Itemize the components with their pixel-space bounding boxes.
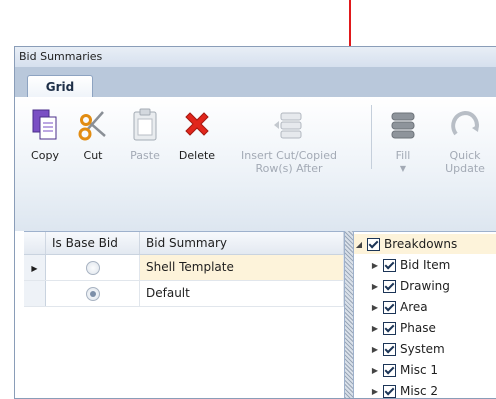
column-header-is-base-bid[interactable]: Is Base Bid xyxy=(46,232,140,254)
tab-grid[interactable]: Grid xyxy=(27,75,93,99)
tree-node-misc-1[interactable]: ▶Misc 1 xyxy=(370,360,438,380)
breakdowns-checkbox[interactable] xyxy=(367,238,380,251)
insert-rows-icon xyxy=(233,105,345,145)
cut-button[interactable]: Cut xyxy=(75,105,111,162)
window-title: Bid Summaries xyxy=(15,47,496,67)
ribbon-toolbar: Copy Cut xyxy=(15,97,496,231)
bid-summary-cell[interactable]: Default xyxy=(140,281,344,306)
tree-node-system[interactable]: ▶System xyxy=(370,339,445,359)
system-checkbox[interactable] xyxy=(383,343,396,356)
is-base-bid-cell[interactable] xyxy=(46,255,140,280)
bid-summary-grid: Is Base Bid Bid Summary ▶ Shell Template… xyxy=(24,231,344,399)
phase-checkbox[interactable] xyxy=(383,322,396,335)
fill-button[interactable]: Fill ▼ xyxy=(381,105,425,175)
bid-summaries-window: Bid Summaries Grid Copy xyxy=(14,46,496,399)
tree-node-area[interactable]: ▶Area xyxy=(370,297,428,317)
misc-1-checkbox[interactable] xyxy=(383,364,396,377)
ribbon-tabstrip: Grid xyxy=(15,67,496,97)
tree-node-bid-item[interactable]: ▶Bid Item xyxy=(370,255,450,275)
quick-update-button[interactable]: Quick Update xyxy=(435,105,495,175)
delete-icon xyxy=(175,105,219,145)
expand-arrow-icon[interactable]: ▶ xyxy=(370,298,380,318)
area-checkbox[interactable] xyxy=(383,301,396,314)
insert-cut-copied-rows-after-button[interactable]: Insert Cut/Copied Row(s) After xyxy=(233,105,345,175)
paste-button[interactable]: Paste xyxy=(125,105,165,162)
expand-arrow-icon[interactable]: ▶ xyxy=(370,256,380,276)
copy-icon xyxy=(25,105,65,145)
bid-item-checkbox[interactable] xyxy=(383,259,396,272)
is-base-bid-cell[interactable] xyxy=(46,281,140,306)
table-row[interactable]: ▶ Shell Template xyxy=(24,255,344,281)
scissors-icon xyxy=(75,105,111,145)
tree-node-phase[interactable]: ▶Phase xyxy=(370,318,436,338)
fill-dropdown-icon: ▼ xyxy=(381,162,425,175)
row-indicator[interactable]: ▶ xyxy=(24,255,46,280)
fill-rows-icon xyxy=(381,105,425,145)
quick-update-icon xyxy=(435,105,495,145)
delete-button[interactable]: Delete xyxy=(175,105,219,162)
ribbon: Grid Copy xyxy=(15,67,496,231)
expand-arrow-icon[interactable]: ▶ xyxy=(370,340,380,360)
tree-node-drawing[interactable]: ▶Drawing xyxy=(370,276,450,296)
expand-arrow-icon[interactable]: ▶ xyxy=(370,277,380,297)
misc-2-checkbox[interactable] xyxy=(383,385,396,398)
expand-arrow-icon[interactable]: ▶ xyxy=(370,319,380,339)
expand-arrow-icon[interactable]: ▶ xyxy=(370,382,380,399)
collapse-arrow-icon[interactable]: ◢ xyxy=(354,235,364,255)
clipboard-icon xyxy=(125,105,165,145)
grid-header: Is Base Bid Bid Summary xyxy=(24,232,344,255)
column-header-bid-summary[interactable]: Bid Summary xyxy=(140,232,344,254)
drawing-checkbox[interactable] xyxy=(383,280,396,293)
current-row-arrow-icon: ▶ xyxy=(31,264,37,273)
expand-arrow-icon[interactable]: ▶ xyxy=(370,361,380,381)
content-area: Is Base Bid Bid Summary ▶ Shell Template… xyxy=(15,231,496,398)
tree-node-breakdowns[interactable]: ◢Breakdowns xyxy=(354,234,496,254)
row-indicator[interactable] xyxy=(24,281,46,306)
tree-node-misc-2[interactable]: ▶Misc 2 xyxy=(370,381,438,399)
breakdowns-tree: ◢Breakdowns ▶Bid Item ▶Drawing ▶Area ▶Ph… xyxy=(354,231,496,399)
row-header-corner xyxy=(24,232,46,254)
toolbar-separator xyxy=(371,105,372,169)
table-row[interactable]: Default xyxy=(24,281,344,307)
is-base-bid-radio[interactable] xyxy=(86,261,100,275)
is-base-bid-radio[interactable] xyxy=(86,287,100,301)
pane-splitter[interactable] xyxy=(344,231,354,398)
bid-summary-cell[interactable]: Shell Template xyxy=(140,255,344,280)
copy-button[interactable]: Copy xyxy=(25,105,65,162)
